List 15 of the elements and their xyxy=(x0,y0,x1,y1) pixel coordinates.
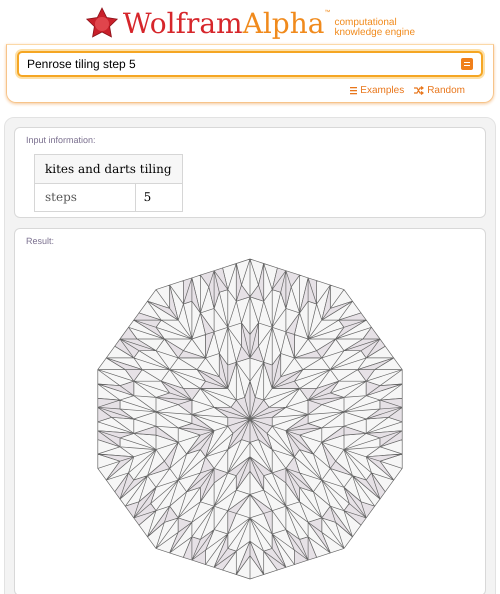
logo-wordmark: Alpha xyxy=(242,10,324,38)
table-cell: steps xyxy=(34,183,136,211)
logo-wordmark: Wolfram xyxy=(122,10,243,38)
search-field[interactable]: Penrose tiling step 5 xyxy=(17,51,483,77)
logo-tagline: computational xyxy=(334,18,397,28)
list-icon xyxy=(350,86,358,95)
nav-link[interactable]: Random xyxy=(414,83,465,98)
logo-tagline: knowledge engine xyxy=(334,28,416,38)
pod-title: Input information: xyxy=(26,134,97,147)
table-cell: 5 xyxy=(135,183,182,211)
nav-link[interactable]: Examples xyxy=(350,83,404,98)
search-button[interactable] xyxy=(461,58,473,70)
shuffle-icon xyxy=(414,86,424,95)
pod-title: Result: xyxy=(26,234,56,248)
table-header-cell: kites and darts tiling xyxy=(34,154,182,183)
